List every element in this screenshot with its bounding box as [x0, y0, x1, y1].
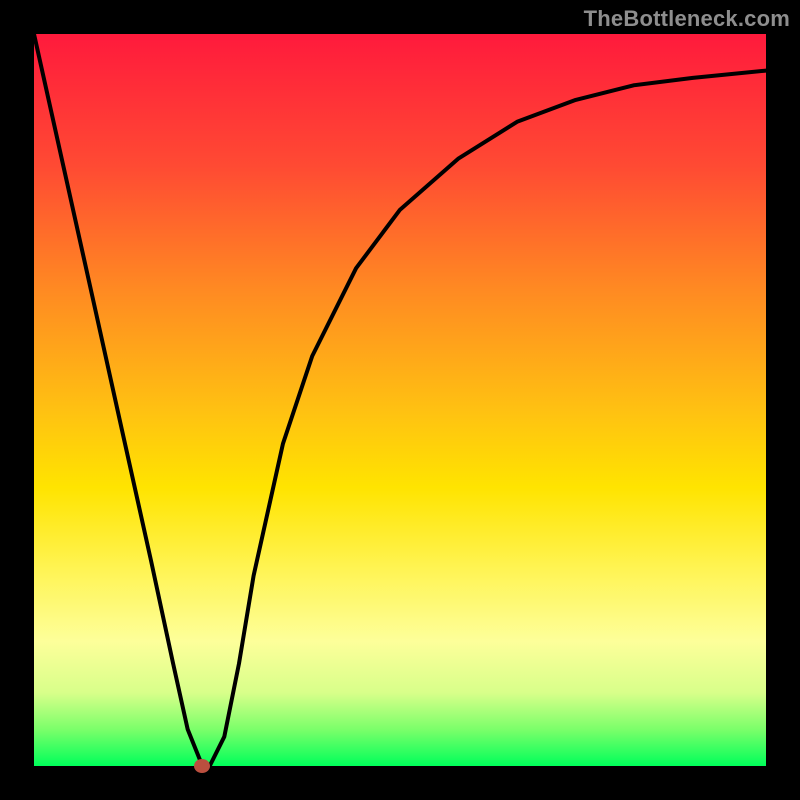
plot-area [34, 34, 766, 766]
bottleneck-curve [34, 34, 766, 766]
chart-frame: TheBottleneck.com [0, 0, 800, 800]
selected-config-marker [194, 759, 210, 773]
watermark: TheBottleneck.com [584, 6, 790, 32]
